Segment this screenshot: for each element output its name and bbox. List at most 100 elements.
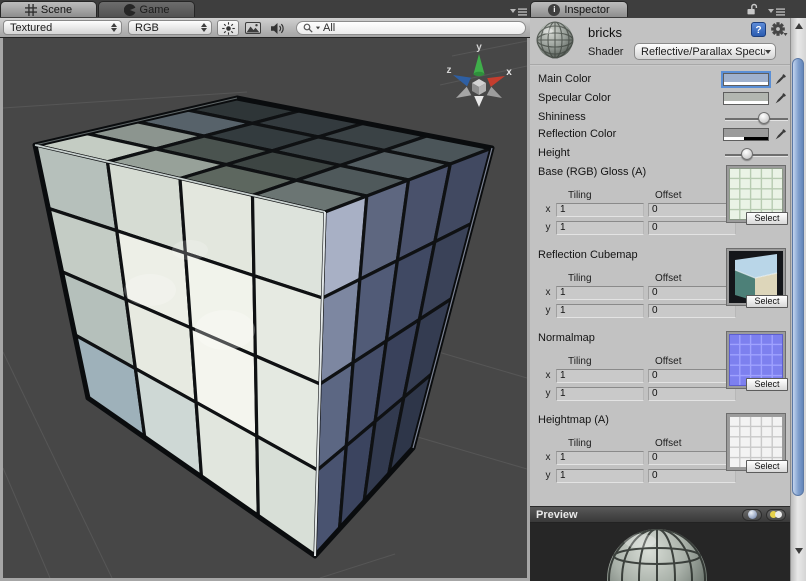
property-label: Height [538, 147, 570, 159]
scrollbar-down-arrow[interactable] [795, 548, 803, 554]
draw-mode-value: Textured [10, 22, 52, 34]
tiling-x-field[interactable]: 1 [556, 203, 644, 217]
texture-section-reflection-cubemap: Reflection CubemapTilingOffsetx10y10Sele… [530, 249, 788, 333]
audio-toggle-button[interactable] [266, 20, 288, 36]
select-button[interactable]: Select [746, 460, 788, 473]
help-icon[interactable]: ? [751, 22, 766, 37]
scrollbar-thumb[interactable] [792, 58, 804, 496]
tiling-header: Tiling [568, 273, 592, 284]
alpha-bar [724, 82, 768, 85]
select-button[interactable]: Select [746, 378, 788, 391]
grid-icon [25, 4, 37, 16]
tiling-header: Tiling [568, 356, 592, 367]
offset-y-field[interactable]: 0 [648, 387, 736, 401]
eyedropper-icon[interactable] [772, 72, 788, 88]
reflection-highlight [124, 274, 176, 306]
render-overlay-button[interactable] [242, 20, 264, 36]
scene-toolbar: Textured RGB [0, 18, 530, 38]
tiling-x-field[interactable]: 1 [556, 286, 644, 300]
tab-game-label: Game [140, 4, 170, 16]
scene-panel-menu-icon[interactable] [510, 4, 527, 14]
offset-x-field[interactable]: 0 [648, 369, 736, 383]
sphere-icon [748, 510, 757, 519]
axis-label-y: y [544, 305, 552, 316]
offset-y-field[interactable]: 0 [648, 469, 736, 483]
color-swatch-reflection-color[interactable] [723, 128, 769, 141]
offset-x-field[interactable]: 0 [648, 203, 736, 217]
slider-thumb-shininess[interactable] [758, 112, 770, 124]
tiling-y-field[interactable]: 1 [556, 304, 644, 318]
tab-scene[interactable]: Scene [0, 1, 97, 17]
material-preview-thumbnail [535, 20, 575, 60]
texture-section-normalmap: NormalmapTilingOffsetx10y10Select [530, 332, 788, 416]
shader-value: Reflective/Parallax Specular [641, 46, 765, 58]
property-label: Reflection Color [538, 128, 616, 140]
scene-viewport-canvas[interactable]: yxz [3, 38, 527, 578]
tab-inspector-label: Inspector [564, 4, 609, 16]
info-icon: i [548, 4, 560, 16]
offset-y-field[interactable]: 0 [648, 304, 736, 318]
eyedropper-icon[interactable] [772, 91, 788, 107]
draw-mode-dropdown[interactable]: Textured [3, 20, 122, 35]
lighting-toggle-button[interactable] [217, 20, 239, 36]
tiling-y-field[interactable]: 1 [556, 469, 644, 483]
tiling-x-field[interactable]: 1 [556, 369, 644, 383]
tab-scene-label: Scene [41, 4, 72, 16]
inspector-panel-menu-icon[interactable] [768, 4, 785, 14]
texture-section-base-rgb-gloss-a: Base (RGB) Gloss (A)TilingOffsetx10y10Se… [530, 166, 788, 250]
sun-icon [222, 22, 235, 35]
slider-track-height[interactable] [725, 154, 788, 157]
axis-label-y: y [544, 388, 552, 399]
tiling-y-field[interactable]: 1 [556, 387, 644, 401]
property-row-shininess: Shininess [530, 110, 788, 128]
axis-label-x: x [544, 452, 552, 463]
scene-viewport-frame: yxz [0, 38, 530, 581]
gizmo-axis-label-y: y [476, 42, 482, 53]
alpha-bar [724, 137, 768, 140]
preview-title: Preview [536, 509, 742, 521]
scene-tabbar: Scene Game [0, 0, 530, 18]
property-row-reflection-color: Reflection Color [530, 127, 788, 145]
gear-menu-icon[interactable] [770, 21, 788, 37]
offset-x-field[interactable]: 0 [648, 286, 736, 300]
tiling-y-field[interactable]: 1 [556, 221, 644, 235]
tiling-header: Tiling [568, 190, 592, 201]
scene-search-input[interactable]: All [296, 21, 526, 35]
axis-label-x: x [544, 370, 552, 381]
preview-header[interactable]: Preview [530, 506, 790, 523]
tiling-header: Tiling [568, 438, 592, 449]
offset-y-field[interactable]: 0 [648, 221, 736, 235]
preview-lighting-button[interactable] [766, 509, 786, 521]
tab-game[interactable]: Game [98, 1, 195, 17]
select-button[interactable]: Select [746, 212, 788, 225]
offset-x-field[interactable]: 0 [648, 451, 736, 465]
slider-thumb-height[interactable] [741, 148, 753, 160]
inspector-scrollbar[interactable] [790, 18, 806, 581]
tab-inspector[interactable]: i Inspector [530, 1, 628, 17]
tiling-x-field[interactable]: 1 [556, 451, 644, 465]
game-icon [124, 4, 136, 16]
reflection-highlight [172, 240, 208, 260]
color-swatch-main-color[interactable] [723, 73, 769, 86]
texture-section-label: Base (RGB) Gloss (A) [538, 166, 646, 178]
select-button[interactable]: Select [746, 295, 788, 308]
shader-dropdown[interactable]: Reflective/Parallax Specular [634, 43, 776, 60]
scrollbar-up-arrow[interactable] [795, 23, 803, 29]
color-swatch-specular-color[interactable] [723, 92, 769, 105]
texture-section-label: Heightmap (A) [538, 414, 609, 426]
material-preview-area [530, 523, 790, 581]
property-label: Main Color [538, 73, 591, 85]
offset-header: Offset [655, 273, 682, 284]
eyedropper-icon[interactable] [772, 127, 788, 143]
property-label: Specular Color [538, 92, 611, 104]
preview-sphere-button[interactable] [742, 509, 762, 521]
inspector-tabbar: i Inspector [530, 0, 806, 18]
inspector-panel: i Inspector [530, 0, 806, 581]
color-mode-dropdown[interactable]: RGB [128, 20, 212, 35]
speaker-icon [270, 22, 285, 35]
axis-label-x: x [544, 287, 552, 298]
search-scope-label: All [323, 22, 335, 34]
search-scope-arrow-icon[interactable] [316, 27, 320, 30]
offset-header: Offset [655, 190, 682, 201]
slider-track-shininess[interactable] [725, 118, 788, 121]
